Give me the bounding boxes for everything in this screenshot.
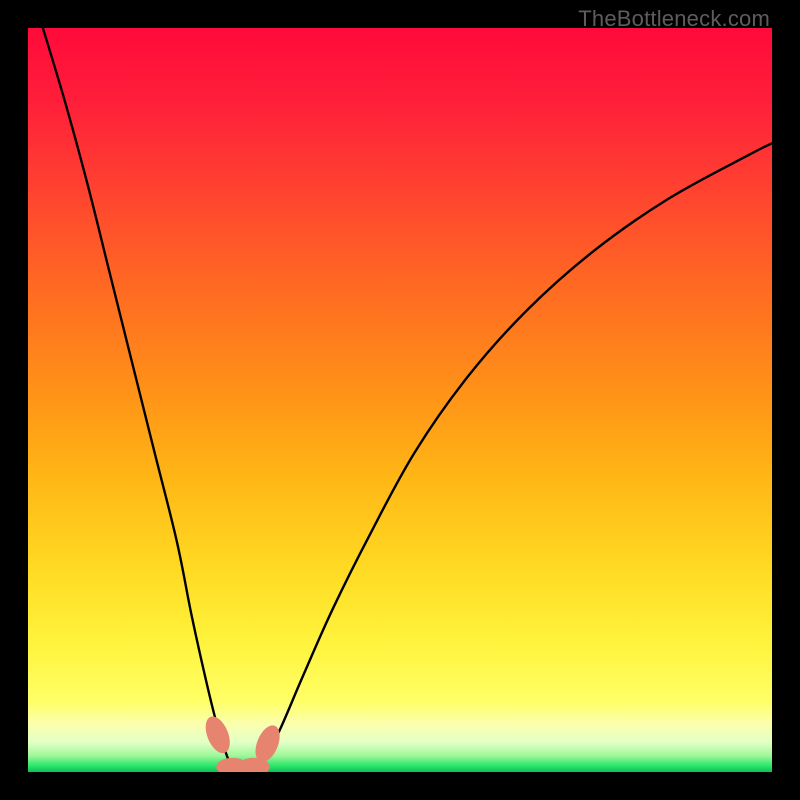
bottleneck-chart: [28, 28, 772, 772]
gradient-background: [28, 28, 772, 772]
chart-frame: [28, 28, 772, 772]
